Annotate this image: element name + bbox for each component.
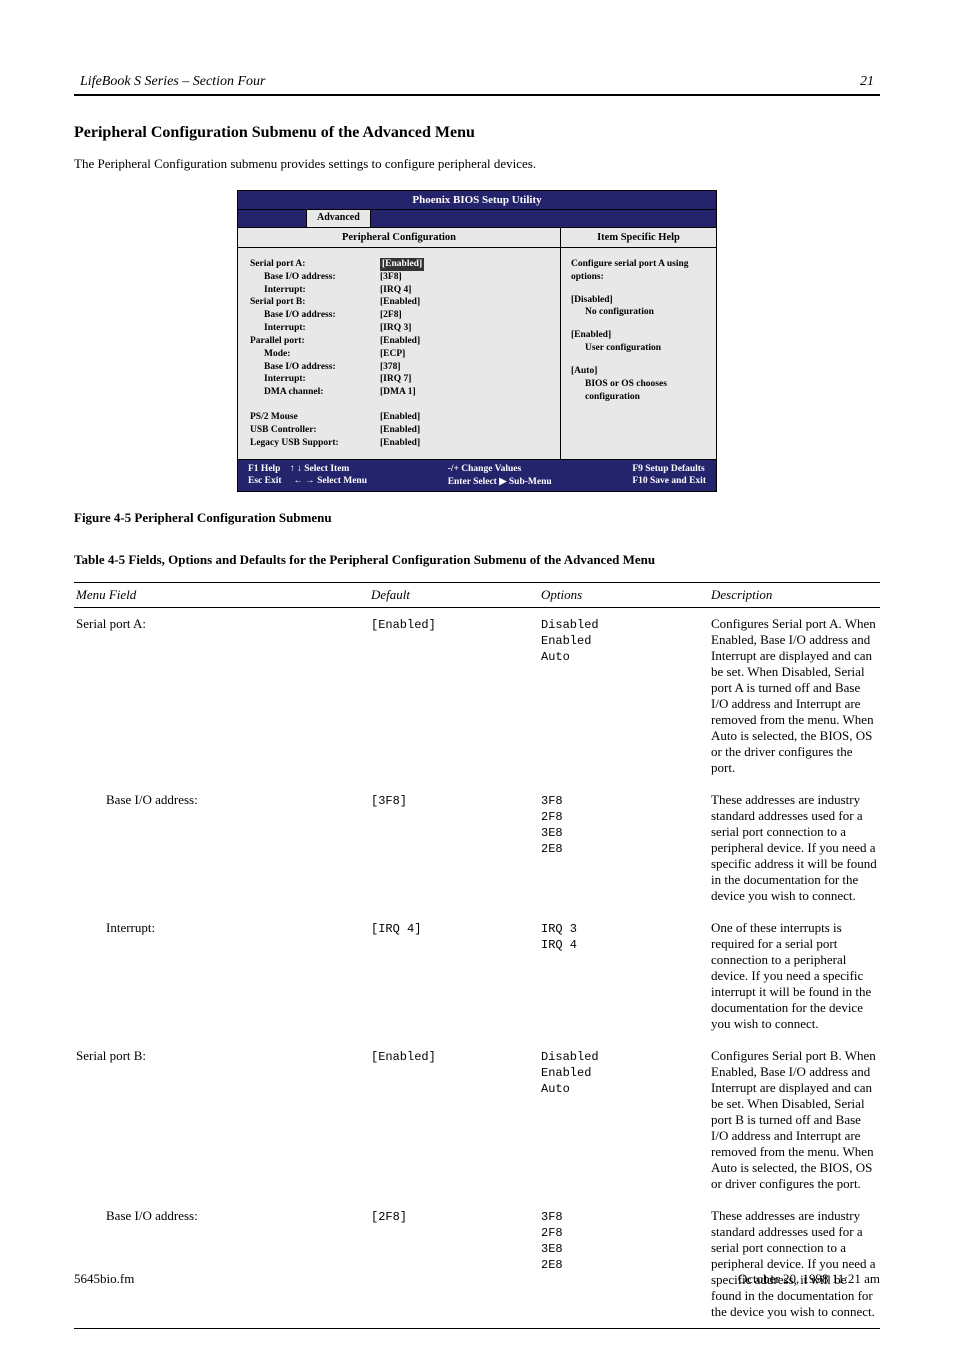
bios-setting-label: Base I/O address: [250,309,380,322]
table-cell-menu: Base I/O address: [76,792,371,904]
table-cell-description: These addresses are industry standard ad… [711,1208,878,1320]
table-row: Base I/O address:[2F8]3F82F83E82E8These … [74,1200,880,1328]
table-row: Serial port A:[Enabled]DisabledEnabledAu… [74,608,880,784]
bios-right-heading: Item Specific Help [561,228,716,248]
bios-help-option: [Enabled]User configuration [571,329,706,355]
bios-setting-row[interactable]: Interrupt:[IRQ 3] [250,322,550,335]
table-row: Interrupt:[IRQ 4]IRQ 3IRQ 4One of these … [74,912,880,1040]
table-cell-default: [Enabled] [371,616,541,776]
bios-setting-label: Serial port B: [250,296,380,309]
bios-setting-row[interactable]: USB Controller:[Enabled] [250,424,550,437]
table-cell-options: IRQ 3IRQ 4 [541,920,711,1032]
bios-setting-value[interactable]: [ECP] [380,348,405,361]
table-cell-description: Configures Serial port B. When Enabled, … [711,1048,878,1192]
table-cell-default: [2F8] [371,1208,541,1320]
bios-setting-label: PS/2 Mouse [250,411,380,424]
bios-help-option: [Auto]BIOS or OS chooses configuration [571,365,706,403]
bios-setting-row[interactable]: Parallel port:[Enabled] [250,335,550,348]
table-cell-menu: Interrupt: [76,920,371,1032]
table-caption: Table 4-5 Fields, Options and Defaults f… [74,552,880,568]
bios-setting-row[interactable]: Interrupt:[IRQ 7] [250,373,550,386]
bios-setting-value[interactable]: [2F8] [380,309,402,322]
bios-setting-label: Base I/O address: [250,361,380,374]
table-cell-menu: Base I/O address: [76,1208,371,1320]
table-cell-default: [Enabled] [371,1048,541,1192]
table-header: Menu Field Default Options Description [74,582,880,608]
footer-date: October 20, 1998 11:21 am [738,1271,880,1287]
bios-setting-row[interactable]: Serial port A:[Enabled] [250,258,550,271]
table-cell-description: Configures Serial port A. When Enabled, … [711,616,878,776]
bios-setting-label: Interrupt: [250,284,380,297]
table-cell-options: 3F82F83E82E8 [541,1208,711,1320]
table-cell-menu: Serial port B: [76,1048,371,1192]
table-cell-default: [IRQ 4] [371,920,541,1032]
bios-tabs: Advanced [238,210,716,228]
bios-setting-label: Legacy USB Support: [250,437,380,450]
table-row: Serial port B:[Enabled]DisabledEnabledAu… [74,1040,880,1200]
bios-setting-label: Mode: [250,348,380,361]
bios-setting-label: USB Controller: [250,424,380,437]
bios-setting-value[interactable]: [Enabled] [380,258,424,271]
bios-setting-value[interactable]: [DMA 1] [380,386,416,399]
bios-setting-row[interactable]: Base I/O address:[3F8] [250,271,550,284]
bios-setting-value[interactable]: [Enabled] [380,411,420,424]
bios-title: Phoenix BIOS Setup Utility [238,191,716,210]
bios-setting-row[interactable]: PS/2 Mouse[Enabled] [250,411,550,424]
bios-setting-value[interactable]: [Enabled] [380,437,420,450]
header-page-number: 21 [860,74,874,90]
bios-setting-row[interactable]: Serial port B:[Enabled] [250,296,550,309]
bios-setting-row[interactable]: Base I/O address:[378] [250,361,550,374]
table-cell-menu: Serial port A: [76,616,371,776]
bios-setting-value[interactable]: [Enabled] [380,424,420,437]
bios-setting-value[interactable]: [IRQ 4] [380,284,411,297]
header-left: LifeBook S Series – Section Four [80,74,265,90]
bios-help-intro: Configure serial port A using options: [571,258,706,284]
bios-help-option: [Disabled]No configuration [571,294,706,320]
bios-setting-label: Base I/O address: [250,271,380,284]
bios-setting-label: Interrupt: [250,322,380,335]
bios-setting-label: Serial port A: [250,258,380,271]
bios-left-heading: Peripheral Configuration [238,228,560,248]
bios-setting-value[interactable]: [Enabled] [380,335,420,348]
bios-box: Phoenix BIOS Setup Utility Advanced Peri… [237,190,717,492]
table-row: Base I/O address:[3F8]3F82F83E82E8These … [74,784,880,912]
page-footer: 5645bio.fm October 20, 1998 11:21 am [74,1271,880,1287]
header-rule [74,94,880,96]
bios-tab-advanced[interactable]: Advanced [306,210,371,227]
table-body: Serial port A:[Enabled]DisabledEnabledAu… [74,608,880,1329]
bios-footer: F1 Help ↑ ↓ Select Item Esc Exit ← → Sel… [238,459,716,491]
bios-setting-value[interactable]: [IRQ 7] [380,373,411,386]
table-cell-options: DisabledEnabledAuto [541,616,711,776]
bios-setting-row[interactable]: Base I/O address:[2F8] [250,309,550,322]
table-cell-options: DisabledEnabledAuto [541,1048,711,1192]
bios-setting-value[interactable]: [3F8] [380,271,402,284]
section-intro: The Peripheral Configuration submenu pro… [74,156,880,172]
bios-setting-row[interactable]: Legacy USB Support:[Enabled] [250,437,550,450]
figure-caption: Figure 4-5 Peripheral Configuration Subm… [74,510,880,526]
bios-setting-label: Parallel port: [250,335,380,348]
table-cell-description: One of these interrupts is required for … [711,920,878,1032]
footer-file: 5645bio.fm [74,1271,134,1287]
table-cell-default: [3F8] [371,792,541,904]
bios-setting-row[interactable]: DMA channel:[DMA 1] [250,386,550,399]
table-cell-options: 3F82F83E82E8 [541,792,711,904]
bios-setting-value[interactable]: [Enabled] [380,296,420,309]
bios-setting-value[interactable]: [IRQ 3] [380,322,411,335]
bios-figure: Phoenix BIOS Setup Utility Advanced Peri… [74,190,880,492]
section-heading: Peripheral Configuration Submenu of the … [74,124,880,142]
bios-setting-value[interactable]: [378] [380,361,401,374]
bios-setting-label: Interrupt: [250,373,380,386]
bios-setting-label: DMA channel: [250,386,380,399]
table-cell-description: These addresses are industry standard ad… [711,792,878,904]
bios-setting-row[interactable]: Interrupt:[IRQ 4] [250,284,550,297]
bios-setting-row[interactable]: Mode:[ECP] [250,348,550,361]
